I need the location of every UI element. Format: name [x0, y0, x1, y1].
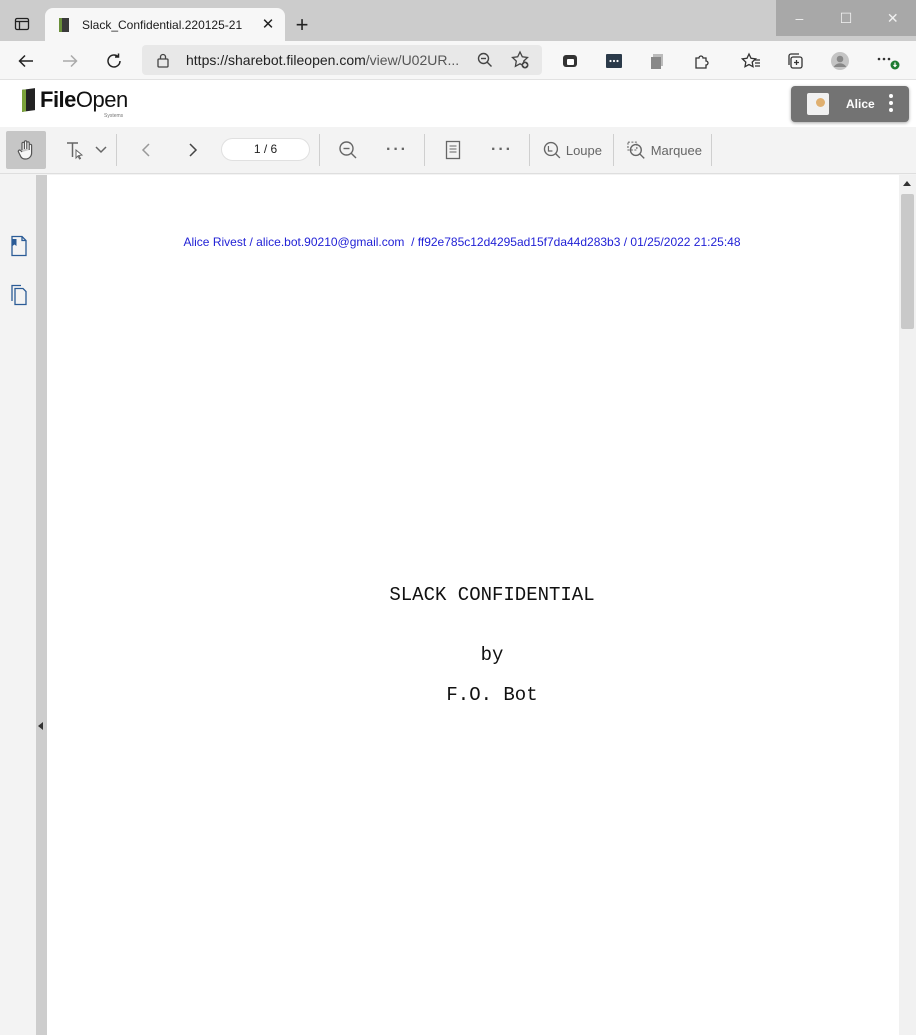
extension-3-button[interactable]: [643, 46, 673, 76]
reload-button[interactable]: [99, 46, 129, 76]
chevron-right-icon: [189, 143, 198, 157]
tab-actions-icon: [14, 17, 30, 31]
scroll-up-arrow-icon[interactable]: [903, 181, 911, 186]
viewer-toolbar: 1 / 6 ··· ··· Loupe Marquee: [0, 127, 916, 174]
fileopen-wordmark: FileOpen: [40, 89, 128, 111]
close-window-button[interactable]: ✕: [869, 0, 916, 36]
tab-title: Slack_Confidential.220125-2123…: [82, 17, 242, 32]
back-arrow-icon: [18, 54, 33, 68]
add-favorite-icon[interactable]: [510, 50, 530, 70]
more-menu-icon: [877, 57, 900, 70]
extension-password-icon: [606, 54, 622, 68]
toolbar-divider: [424, 134, 425, 166]
user-kebab-icon: [889, 94, 893, 115]
user-menu-button[interactable]: Alice: [791, 86, 909, 122]
new-tab-button[interactable]: +: [288, 12, 316, 38]
document-by-line: by: [480, 644, 504, 666]
loupe-button[interactable]: Loupe: [542, 131, 602, 169]
bookmark-page-icon: [11, 235, 27, 257]
url-text: https://sharebot.fileopen.com/view/U02UR…: [186, 52, 459, 68]
extension-capture-icon: [563, 55, 577, 67]
url-host: https://sharebot.fileopen.com: [186, 52, 366, 68]
minimize-button[interactable]: –: [776, 0, 823, 36]
collapse-arrow-icon: [38, 722, 43, 730]
zoom-out-button[interactable]: [334, 131, 362, 169]
window-controls: – ☐ ✕: [776, 0, 916, 36]
toolbar-divider: [613, 134, 614, 166]
thumbnails-panel-button[interactable]: [10, 284, 28, 311]
tab-actions-button[interactable]: [6, 10, 38, 38]
document-page: Alice Rivest / alice.bot.90210@gmail.com…: [47, 175, 899, 1035]
bookmarks-panel-button[interactable]: [10, 235, 28, 262]
browser-tab[interactable]: Slack_Confidential.220125-2123… ✕: [45, 8, 285, 41]
marquee-label: Marquee: [650, 142, 702, 158]
toolbar-divider: [711, 134, 712, 166]
settings-more-button[interactable]: [873, 46, 903, 76]
forward-arrow-icon: [63, 54, 78, 68]
extensions-button[interactable]: [687, 46, 717, 76]
maximize-button[interactable]: ☐: [823, 0, 870, 36]
browser-navbar: https://sharebot.fileopen.com/view/U02UR…: [0, 41, 916, 80]
page-view-button[interactable]: [439, 131, 467, 169]
user-name: Alice: [846, 97, 875, 111]
brand-file-text: File: [40, 87, 76, 112]
extension-1-button[interactable]: [555, 46, 585, 76]
forward-button[interactable]: [55, 46, 85, 76]
loupe-label: Loupe: [565, 142, 602, 158]
document-watermark: Alice Rivest / alice.bot.90210@gmail.com…: [183, 235, 741, 249]
previous-page-button[interactable]: [132, 131, 160, 169]
marquee-icon: [627, 141, 645, 159]
extension-2-button[interactable]: [599, 46, 629, 76]
text-select-tool-button[interactable]: [58, 131, 114, 169]
back-button[interactable]: [11, 46, 41, 76]
browser-tab-strip: Slack_Confidential.220125-2123… ✕ + – ☐ …: [0, 0, 916, 41]
app-header: FileOpen Systems Alice: [0, 80, 916, 127]
document-author: F.O. Bot: [446, 684, 538, 706]
extension-stack-icon: [651, 54, 663, 69]
favorites-icon: [741, 52, 760, 68]
vertical-scrollbar[interactable]: [899, 175, 916, 1035]
profile-button[interactable]: [825, 46, 855, 76]
chevron-down-icon: [95, 146, 107, 154]
view-more-button[interactable]: ···: [486, 131, 518, 169]
loupe-icon: [543, 141, 561, 159]
user-avatar: [807, 93, 829, 115]
text-cursor-icon: [67, 142, 84, 160]
chevron-left-icon: [141, 143, 150, 157]
favorites-button[interactable]: [736, 46, 766, 76]
toolbar-divider: [319, 134, 320, 166]
collections-button[interactable]: [780, 46, 810, 76]
fileopen-logo-mark-icon: [22, 88, 35, 112]
address-bar[interactable]: https://sharebot.fileopen.com/view/U02UR…: [142, 45, 542, 75]
scrollbar-thumb[interactable]: [901, 194, 914, 329]
page-icon: [445, 140, 461, 160]
zoom-more-button[interactable]: ···: [381, 131, 413, 169]
profile-icon: [831, 52, 849, 70]
zoom-out-icon: [339, 141, 357, 159]
url-path: /view/U02UR...: [365, 52, 460, 68]
collections-icon: [788, 53, 803, 69]
fileopen-logo[interactable]: FileOpen Systems: [22, 88, 128, 119]
toolbar-divider: [529, 134, 530, 166]
hand-icon: [17, 140, 33, 160]
toolbar-divider: [116, 134, 117, 166]
fileopen-favicon-icon: [59, 17, 69, 32]
next-page-button[interactable]: [179, 131, 207, 169]
brand-open-text: Open: [75, 87, 128, 112]
pages-icon: [11, 284, 27, 306]
puzzle-icon: [695, 55, 709, 69]
page-number-input[interactable]: 1 / 6: [221, 138, 310, 161]
lock-icon: [157, 53, 169, 68]
zoom-out-icon[interactable]: [476, 51, 494, 69]
brand-subtitle: Systems: [104, 113, 124, 119]
document-title: SLACK CONFIDENTIAL: [389, 584, 595, 606]
reload-icon: [107, 53, 121, 68]
side-panel-collapse-bar[interactable]: [36, 175, 47, 1035]
marquee-button[interactable]: Marquee: [626, 131, 702, 169]
left-side-panel: [0, 175, 36, 1035]
pan-tool-button[interactable]: [6, 131, 46, 169]
tab-close-button[interactable]: ✕: [259, 15, 277, 33]
